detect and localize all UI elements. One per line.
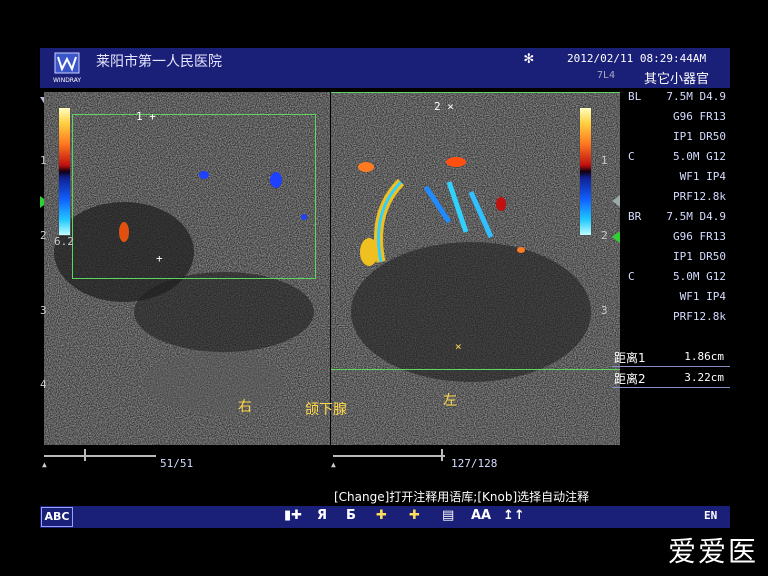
focus-marker-right-2-icon xyxy=(612,192,620,211)
slider-handle[interactable] xyxy=(441,449,443,461)
measurement-row: 距离2 3.22cm xyxy=(612,369,730,388)
text-tool-icon[interactable]: ▤ xyxy=(442,508,454,523)
color-scale-bar-right xyxy=(579,107,592,236)
hospital-name: 莱阳市第一人民医院 xyxy=(96,54,222,70)
parameter-value: IP1 DR50 xyxy=(673,250,726,263)
slider-track xyxy=(44,455,156,457)
parameter-row: BL 7.5M D4.9 xyxy=(620,90,732,110)
abc-annotation-button[interactable]: ABC xyxy=(41,507,73,527)
font-size-tool-icon[interactable]: AA xyxy=(471,508,491,523)
parameter-row: PRF12.8k xyxy=(620,310,732,330)
header-bar: WINDRAY 莱阳市第一人民医院 ✻ 2012/02/11 08:29:44A… xyxy=(40,48,730,88)
right-image-panel[interactable]: 2 × × 1 2 3 xyxy=(331,92,620,445)
caliper-x-icon: × xyxy=(455,340,462,353)
slider-track xyxy=(333,455,445,457)
parameter-mode: BL xyxy=(628,90,642,103)
focus-marker-right-icon xyxy=(612,228,620,247)
caliper-marker-2: 2 × xyxy=(434,100,454,113)
watermark: 爱爱医 xyxy=(668,535,759,568)
windray-logo: WINDRAY xyxy=(52,51,82,85)
parameter-value: 7.5M D4.9 xyxy=(666,90,726,103)
color-roi-box-right[interactable] xyxy=(331,92,620,370)
parameter-row: IP1 DR50 xyxy=(620,130,732,150)
parameter-value: IP1 DR50 xyxy=(673,130,726,143)
arrow-up-tool-icon[interactable]: ↥↑ xyxy=(503,508,525,523)
depth-tick-2: 2 xyxy=(40,229,47,242)
depth-tick-4: 4 xyxy=(40,378,47,391)
svg-text:WINDRAY: WINDRAY xyxy=(53,77,81,84)
depth-tick-3: 3 xyxy=(40,304,47,317)
parameter-row: WF1 IP4 xyxy=(620,170,732,190)
depth-tick-r2: 2 xyxy=(601,229,608,242)
parameter-value: WF1 IP4 xyxy=(679,170,726,183)
caliper-cross-icon: + xyxy=(156,252,163,265)
parameter-mode: C xyxy=(628,150,635,163)
parameter-row: G96 FR13 xyxy=(620,110,732,130)
measurement-label: 距离2 xyxy=(614,372,646,386)
parameter-value: PRF12.8k xyxy=(673,190,726,203)
parameter-mode: C xyxy=(628,270,635,283)
parameter-row: G96 FR13 xyxy=(620,230,732,250)
parameter-value: 7.5M D4.9 xyxy=(666,210,726,223)
language-indicator[interactable]: EN xyxy=(704,509,717,522)
parameter-row: BR 7.5M D4.9 xyxy=(620,210,732,230)
flip-tool-icon[interactable]: Я xyxy=(317,508,327,523)
depth-tick-r3: 3 xyxy=(601,304,608,317)
preset-label: 其它小器官 xyxy=(644,72,710,87)
slider-start-icon: ▲ xyxy=(331,460,336,469)
measurement-value: 1.86cm xyxy=(684,350,724,363)
parameter-value: PRF12.8k xyxy=(673,310,726,323)
slider-handle[interactable] xyxy=(84,449,86,461)
parameter-row: PRF12.8k xyxy=(620,190,732,210)
bottom-toolbar: ABC ▮✚ Я Ƃ ✚ ✚ ▤ AA ↥↑ EN xyxy=(40,506,730,528)
font-tool-icon[interactable]: Ƃ xyxy=(346,508,356,523)
parameter-value: G96 FR13 xyxy=(673,230,726,243)
left-image-panel[interactable]: 6.2 1 + + xyxy=(44,92,330,445)
cine-slider-left[interactable] xyxy=(44,449,156,461)
caliper-marker-1: 1 + xyxy=(136,110,156,123)
slider-start-icon: ▲ xyxy=(42,460,47,469)
arrow-tool-icon[interactable]: ✚ xyxy=(409,508,420,523)
frame-counter-left: 51/51 xyxy=(160,457,194,470)
parameter-row: C 5.0M G12 xyxy=(620,150,732,170)
depth-tick-1: 1 xyxy=(40,154,47,167)
parameter-row: C 5.0M G12 xyxy=(620,270,732,290)
parameter-row: IP1 DR50 xyxy=(620,250,732,270)
probe-label: 7L4 xyxy=(597,70,616,81)
parameter-value: 5.0M G12 xyxy=(673,270,726,283)
color-roi-box[interactable] xyxy=(72,114,316,279)
measurement-label: 距离1 xyxy=(614,351,646,365)
frame-counter-right: 127/128 xyxy=(451,457,498,470)
date-time: 2012/02/11 08:29:44AM xyxy=(567,52,707,65)
depth-tick-r1: 1 xyxy=(601,154,608,167)
move-tool-icon[interactable]: ✚ xyxy=(376,508,387,523)
parameter-value: WF1 IP4 xyxy=(679,290,726,303)
parameter-value: G96 FR13 xyxy=(673,110,726,123)
annotation-hint: [Change]打开注释用语库;[Knob]选择自动注释 xyxy=(334,490,590,504)
color-scale-value: 6.2 xyxy=(54,235,74,248)
parameter-mode: BR xyxy=(628,210,642,223)
cine-slider-right[interactable] xyxy=(333,449,445,461)
parameter-value: 5.0M G12 xyxy=(673,150,726,163)
annotation-left[interactable]: 左 xyxy=(443,390,457,410)
measurement-value: 3.22cm xyxy=(684,371,724,384)
parameter-row: WF1 IP4 xyxy=(620,290,732,310)
measurement-row: 距离1 1.86cm xyxy=(612,348,730,367)
freeze-icon[interactable]: ✻ xyxy=(524,48,534,67)
color-scale-bar xyxy=(58,107,71,236)
cursor-tool-icon[interactable]: ▮✚ xyxy=(284,508,302,523)
annotation-right[interactable]: 右 xyxy=(238,396,252,416)
annotation-gland[interactable]: 颌下腺 xyxy=(305,399,347,419)
